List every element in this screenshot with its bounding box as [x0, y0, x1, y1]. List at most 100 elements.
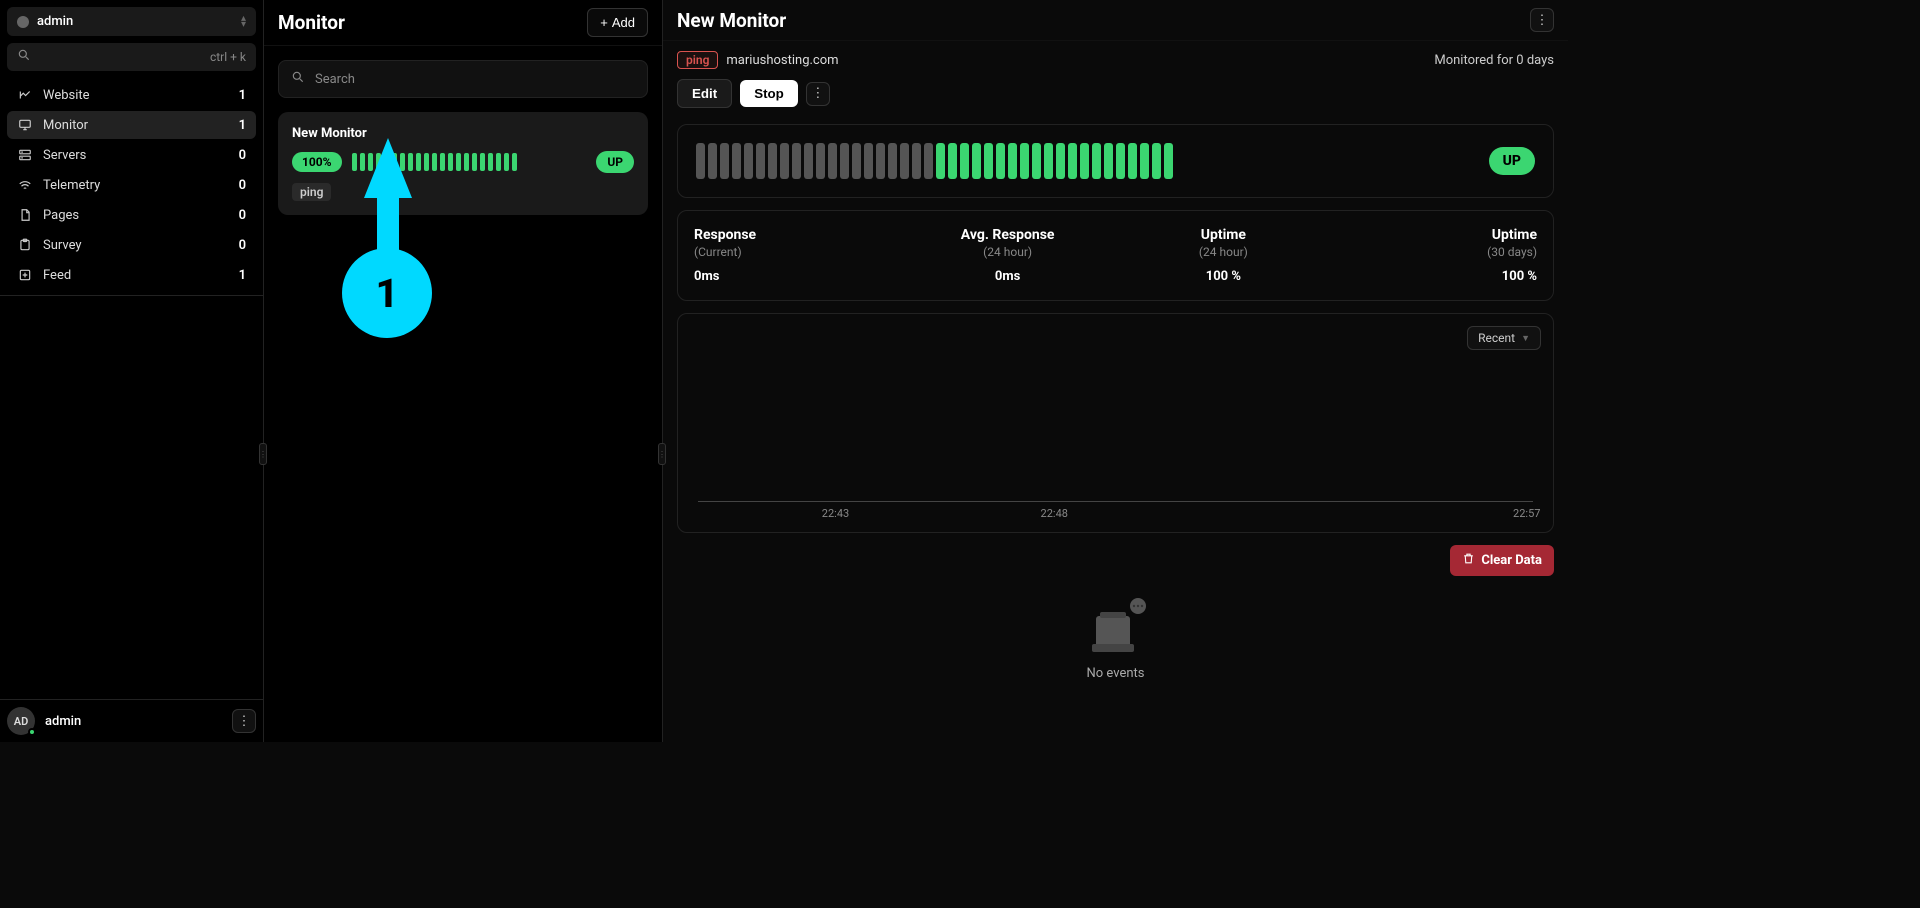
workspace-name: admin: [37, 14, 233, 29]
wifi-icon: [17, 177, 33, 193]
feed-icon: [17, 267, 33, 283]
no-events-block: No events: [663, 582, 1568, 701]
chart-tick: 22:57: [1513, 507, 1540, 520]
chevron-down-icon: ▼: [1521, 333, 1530, 344]
stat-sublabel: (30 days): [1341, 245, 1537, 259]
status-pill: UP: [596, 151, 634, 173]
stat-label: Avg. Response: [910, 227, 1106, 243]
heartbeat-panel: UP: [677, 124, 1554, 198]
monitor-detail-header: New Monitor ⋮: [663, 0, 1568, 41]
add-monitor-button[interactable]: + Add: [587, 8, 648, 37]
response-chart: Recent ▼ 22:43 22:48 22:57: [677, 313, 1554, 533]
sidebar-item-feed[interactable]: Feed 1: [7, 261, 256, 289]
sidebar-item-website[interactable]: Website 1: [7, 81, 256, 109]
nav-list: Website 1 Monitor 1 Servers 0 Telemetry …: [0, 79, 263, 699]
heartbeat-bars: [696, 143, 1173, 179]
sidebar-item-pages[interactable]: Pages 0: [7, 201, 256, 229]
stat-block: Uptime (30 days) 100 %: [1341, 227, 1537, 284]
stat-block: Uptime (24 hour) 100 %: [1126, 227, 1322, 284]
stat-sublabel: (Current): [694, 245, 890, 259]
add-monitor-label: Add: [612, 15, 635, 30]
sidebar-item-label: Survey: [43, 238, 229, 253]
stat-label: Uptime: [1126, 227, 1322, 243]
stop-button[interactable]: Stop: [740, 80, 798, 107]
monitor-detail-title: New Monitor: [677, 9, 1530, 32]
sidebar-item-servers[interactable]: Servers 0: [7, 141, 256, 169]
stats-panel: Response (Current) 0msAvg. Response (24 …: [677, 210, 1554, 301]
search-icon: [291, 70, 305, 88]
presence-indicator-icon: [28, 728, 36, 736]
clear-data-button[interactable]: Clear Data: [1450, 545, 1554, 576]
sidebar-item-label: Telemetry: [43, 178, 229, 193]
pages-icon: [17, 207, 33, 223]
sidebar-item-count: 0: [239, 148, 246, 163]
monitor-tag: ping: [292, 183, 331, 201]
edit-button[interactable]: Edit: [677, 79, 732, 108]
search-icon: [17, 48, 31, 66]
workspace-dot-icon: [17, 16, 29, 28]
stat-value: 100 %: [1341, 269, 1537, 284]
resize-handle[interactable]: ⋮: [658, 443, 666, 465]
monitor-card-name: New Monitor: [292, 126, 634, 141]
sidebar-item-survey[interactable]: Survey 0: [7, 231, 256, 259]
avatar[interactable]: AD: [7, 707, 35, 735]
stat-block: Response (Current) 0ms: [694, 227, 890, 284]
survey-icon: [17, 237, 33, 253]
mini-heartbeat-bars: [352, 153, 517, 171]
sidebar-item-monitor[interactable]: Monitor 1: [7, 111, 256, 139]
sidebar-item-count: 0: [239, 238, 246, 253]
annotation-number: 1: [342, 248, 432, 338]
sidebar-item-count: 1: [239, 118, 246, 133]
plus-icon: +: [600, 15, 608, 30]
monitor-search[interactable]: Search: [278, 60, 648, 98]
clear-data-label: Clear Data: [1481, 553, 1542, 568]
monitor-card-tags: ping: [292, 183, 634, 201]
stat-sublabel: (24 hour): [910, 245, 1106, 259]
monitor-icon: [17, 117, 33, 133]
stat-label: Uptime: [1341, 227, 1537, 243]
chart-range-label: Recent: [1478, 331, 1515, 345]
chart-icon: [17, 87, 33, 103]
status-pill-large: UP: [1489, 147, 1535, 175]
monitor-list-panel: Monitor + Add Search New Monitor 100% UP…: [264, 0, 663, 742]
monitor-detail-panel: New Monitor ⋮ ping mariushosting.com Mon…: [663, 0, 1568, 742]
trash-icon: [1462, 552, 1475, 569]
user-name: admin: [45, 714, 222, 729]
sidebar-item-count: 0: [239, 208, 246, 223]
chevron-updown-icon: ▴▾: [241, 16, 246, 28]
monitor-card[interactable]: New Monitor 100% UP ping 1: [278, 112, 648, 215]
monitor-list-title: Monitor: [278, 11, 579, 34]
servers-icon: [17, 147, 33, 163]
resize-handle[interactable]: ⋮: [259, 443, 267, 465]
stat-value: 0ms: [694, 269, 890, 284]
monitor-type-tag: ping: [677, 51, 718, 69]
chart-tick: 22:43: [822, 507, 849, 520]
chart-x-axis: [698, 501, 1533, 502]
chart-range-select[interactable]: Recent ▼: [1467, 326, 1541, 350]
workspace-selector[interactable]: admin ▴▾: [7, 7, 256, 36]
search-shortcut: ctrl + k: [210, 50, 246, 64]
no-events-text: No events: [663, 666, 1568, 681]
monitor-actions-button[interactable]: ⋮: [806, 82, 830, 106]
stat-sublabel: (24 hour): [1126, 245, 1322, 259]
uptime-percent-pill: 100%: [292, 152, 342, 172]
sidebar-item-label: Servers: [43, 148, 229, 163]
sidebar-item-label: Monitor: [43, 118, 229, 133]
monitor-host: mariushosting.com: [726, 53, 838, 68]
stat-value: 0ms: [910, 269, 1106, 284]
avatar-initials: AD: [14, 715, 29, 728]
monitor-search-placeholder: Search: [315, 72, 355, 87]
empty-state-icon: [1076, 592, 1156, 656]
detail-more-button[interactable]: ⋮: [1530, 8, 1554, 32]
stat-block: Avg. Response (24 hour) 0ms: [910, 227, 1106, 284]
user-menu-button[interactable]: ⋮: [232, 709, 256, 733]
sidebar-item-telemetry[interactable]: Telemetry 0: [7, 171, 256, 199]
global-search[interactable]: ctrl + k: [7, 43, 256, 71]
stat-label: Response: [694, 227, 890, 243]
sidebar-item-label: Website: [43, 88, 229, 103]
monitor-list-header: Monitor + Add: [264, 0, 662, 46]
sidebar-item-label: Pages: [43, 208, 229, 223]
sidebar-item-count: 0: [239, 178, 246, 193]
sidebar-item-label: Feed: [43, 268, 229, 283]
sidebar-item-count: 1: [239, 268, 246, 283]
